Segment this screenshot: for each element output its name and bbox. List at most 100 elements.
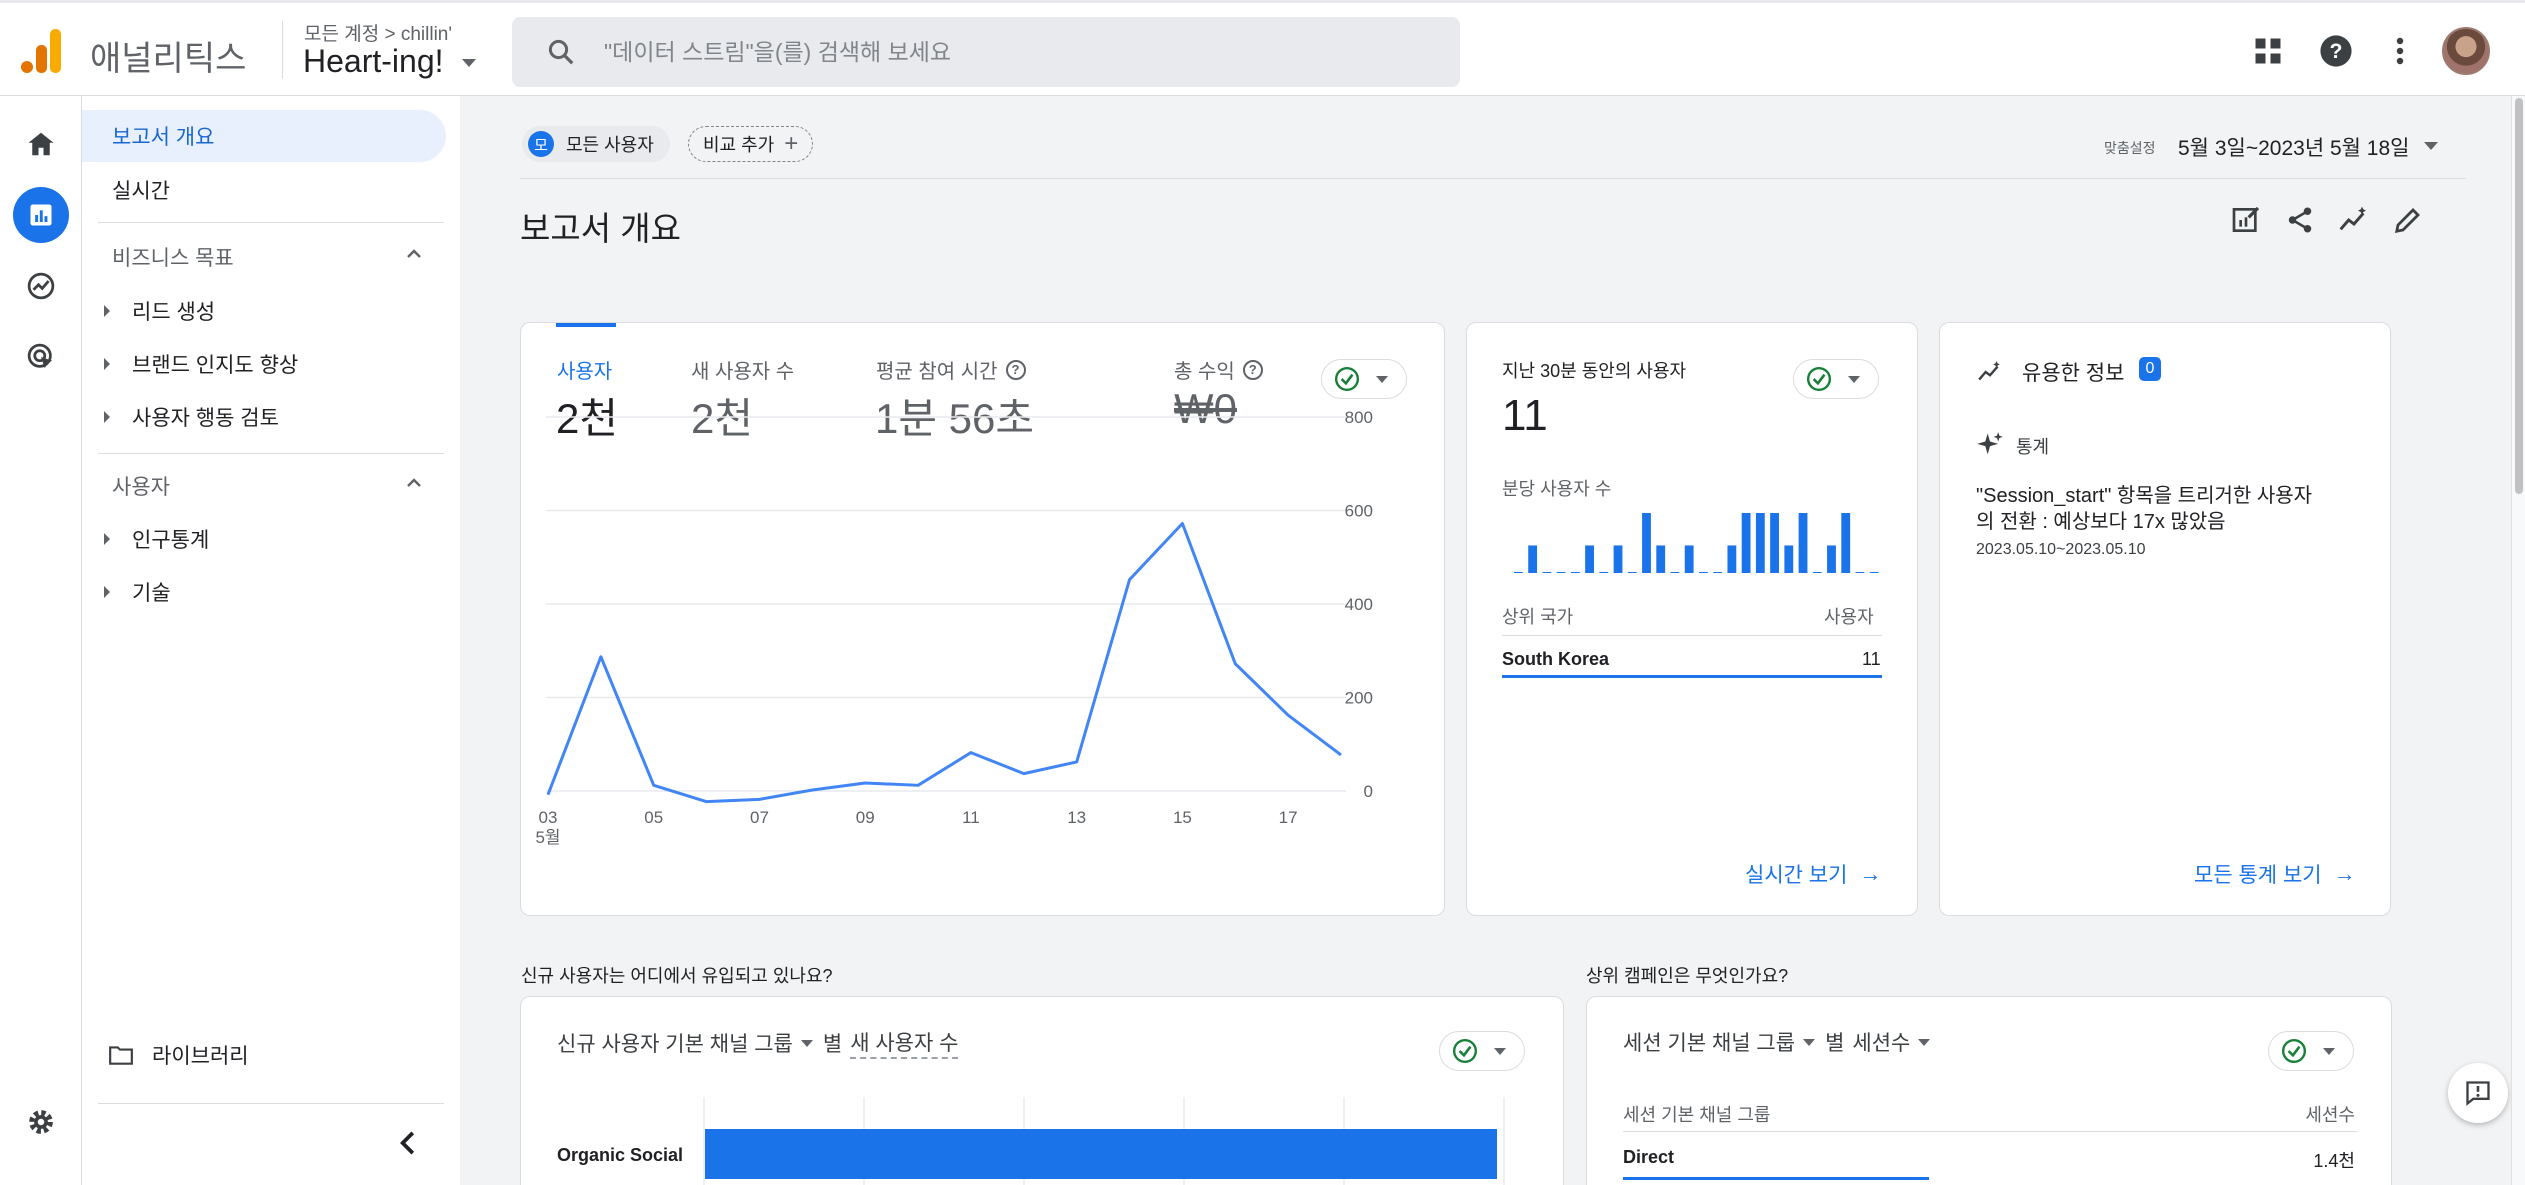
left-rail [0, 96, 82, 1185]
minute-bar[interactable] [1556, 572, 1566, 573]
minute-bar[interactable] [1755, 513, 1765, 573]
compare-status-button[interactable] [2268, 1031, 2354, 1071]
more-vert-icon[interactable] [2380, 31, 2420, 71]
nav-realtime[interactable]: 실시간 [82, 164, 170, 216]
minute-bar[interactable] [1656, 545, 1666, 573]
nav-section-users[interactable]: 사용자 [112, 471, 170, 501]
insights-icon[interactable] [2336, 202, 2372, 238]
minute-bar[interactable] [1827, 545, 1836, 573]
nav-report-overview[interactable]: 보고서 개요 [82, 110, 446, 162]
edit-pencil-icon[interactable] [2390, 202, 2426, 238]
arrow-right-icon: → [2333, 861, 2356, 886]
chevron-down-icon[interactable] [462, 59, 476, 67]
help-icon[interactable]: ? [2316, 31, 2356, 71]
feedback-button[interactable] [2448, 1063, 2508, 1123]
minute-bar[interactable] [1585, 545, 1594, 573]
apps-grid-icon[interactable] [2248, 31, 2288, 71]
report-nav: 보고서 개요 실시간 비즈니스 목표 리드 생성 브랜드 인지도 향상 사용자 … [82, 96, 460, 1185]
new-users-channel-card: 신규 사용자 기본 채널 그룹 별 새 사용자 수 Organic Social [520, 996, 1564, 1185]
divider [98, 1103, 444, 1104]
y-tick-label: 600 [1345, 502, 1373, 521]
section-question: 신규 사용자는 어디에서 유입되고 있나요? [521, 966, 833, 986]
x-tick-label: 03 [539, 808, 558, 827]
settings-gear-icon[interactable] [13, 1094, 69, 1150]
expand-arrow-icon [104, 533, 110, 545]
divider [1623, 1131, 2357, 1132]
channel-bar[interactable] [705, 1129, 1497, 1179]
nav-demographics[interactable]: 인구통계 [104, 524, 209, 554]
nav-tech[interactable]: 기술 [104, 577, 171, 607]
country-row-value: 11 [1862, 649, 1881, 669]
view-realtime-label: 실시간 보기 [1745, 864, 1848, 887]
collapse-chevron-left-icon[interactable] [398, 1130, 416, 1156]
compare-status-button[interactable] [1793, 359, 1879, 399]
minute-bar[interactable] [1528, 545, 1538, 573]
account-breadcrumb[interactable]: 모든 계정 > chillin' [304, 19, 452, 46]
table-row-bar [1623, 1177, 1929, 1180]
y-tick-label: 400 [1345, 595, 1373, 614]
metric-selector[interactable]: 세션수 [1852, 1027, 1910, 1057]
nav-brand-awareness[interactable]: 브랜드 인지도 향상 [104, 349, 298, 379]
minute-bar[interactable] [1699, 572, 1708, 573]
minute-bar[interactable] [1869, 572, 1879, 573]
by-label: 별 [1825, 1032, 1845, 1055]
minute-bar[interactable] [1741, 513, 1751, 573]
minute-bar[interactable] [1770, 513, 1779, 573]
minute-bar[interactable] [1613, 545, 1623, 573]
chevron-down-icon[interactable] [2424, 142, 2438, 150]
explore-icon[interactable] [13, 258, 69, 314]
chevron-up-icon[interactable] [406, 246, 422, 262]
minute-bar[interactable] [1841, 513, 1851, 573]
nav-user-behavior[interactable]: 사용자 행동 검토 [104, 402, 279, 432]
view-all-insights-link[interactable]: 모든 통계 보기 → [2194, 859, 2356, 889]
minute-bar[interactable] [1812, 572, 1822, 573]
property-name[interactable]: Heart-ing! [303, 43, 444, 80]
chevron-down-icon[interactable] [1803, 1038, 1816, 1046]
insight-text[interactable]: "Session_start" 항목을 트리거한 사용자 의 전환 : 예상보다… [1976, 483, 2366, 535]
chevron-down-icon[interactable] [1918, 1038, 1931, 1046]
segment-chip-all-users[interactable]: 모 모든 사용자 [522, 126, 670, 162]
page-scrollbar[interactable] [2511, 96, 2525, 1185]
check-circle-icon [1806, 366, 1832, 392]
insights-card: 유용한 정보 0 통계 "Session_start" 항목을 트리거한 사용자… [1939, 322, 2391, 916]
add-comparison-button[interactable]: 비교 추가 + [688, 126, 814, 162]
customize-report-icon[interactable] [2228, 202, 2264, 238]
minute-bar[interactable] [1670, 572, 1680, 573]
minute-bar[interactable] [1727, 545, 1737, 573]
nav-section-business-goals[interactable]: 비즈니스 목표 [112, 242, 234, 272]
minute-bar[interactable] [1684, 545, 1694, 573]
nav-lead-gen[interactable]: 리드 생성 [104, 296, 215, 326]
home-icon[interactable] [13, 116, 69, 172]
minute-bar[interactable] [1855, 572, 1865, 573]
minute-bar[interactable] [1713, 572, 1723, 573]
channel-bar-label: Organic Social [557, 1145, 683, 1165]
reports-icon[interactable] [13, 187, 69, 243]
minute-bar[interactable] [1542, 572, 1552, 573]
series-line-users[interactable] [546, 522, 1342, 804]
date-range-picker[interactable]: 5월 3일~2023년 5월 18일 [2178, 132, 2409, 162]
table-header-metric: 세션수 [2305, 1105, 2355, 1125]
dimension-selector[interactable]: 세션 기본 채널 그룹 [1623, 1027, 1795, 1057]
advertising-icon[interactable] [13, 329, 69, 385]
view-realtime-link[interactable]: 실시간 보기 → [1745, 859, 1881, 889]
minute-bar[interactable] [1599, 572, 1609, 573]
table-row-label[interactable]: Direct [1623, 1147, 1674, 1168]
minute-bar[interactable] [1784, 545, 1794, 573]
search-bar[interactable] [512, 17, 1460, 87]
chevron-up-icon[interactable] [406, 475, 422, 491]
minute-bar[interactable] [1627, 572, 1637, 573]
x-tick-label: 11 [962, 808, 980, 827]
search-input[interactable] [604, 27, 1424, 77]
minute-bar[interactable] [1642, 513, 1651, 573]
minute-bar[interactable] [1570, 572, 1580, 573]
app-name: 애널리틱스 [90, 40, 247, 78]
nav-library[interactable]: 라이브러리 [108, 1040, 249, 1070]
minute-bar[interactable] [1798, 513, 1808, 573]
insight-text-line: "Session_start" 항목을 트리거한 사용자 [1976, 485, 2313, 507]
minute-bar[interactable] [1514, 572, 1523, 573]
share-icon[interactable] [2282, 202, 2318, 238]
avatar[interactable] [2442, 27, 2490, 75]
insights-title: 유용한 정보 [2022, 362, 2125, 385]
analytics-logo-icon[interactable] [20, 27, 64, 75]
scrollbar-thumb[interactable] [2515, 98, 2523, 494]
